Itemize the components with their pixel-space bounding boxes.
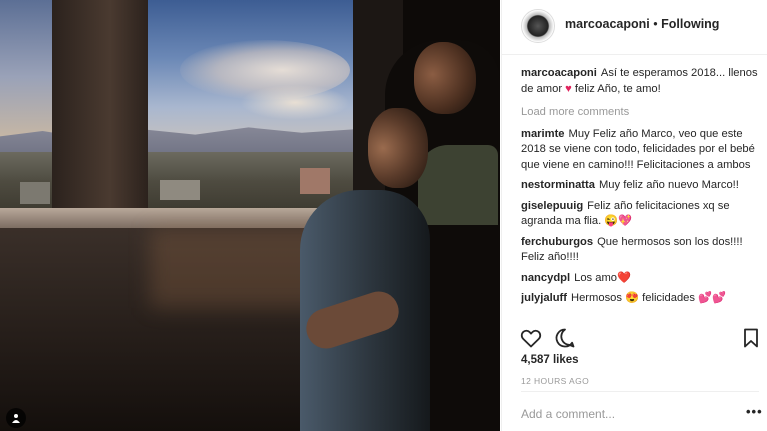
username-link[interactable]: marcoacaponi: [565, 17, 650, 31]
likes-count[interactable]: 4,587 likes: [521, 354, 579, 366]
follow-button[interactable]: Following: [661, 17, 719, 31]
comment-username[interactable]: ferchuburgos: [521, 236, 593, 248]
comment-username[interactable]: julyjaluff: [521, 292, 567, 304]
list-item: nestorminatta Muy feliz año nuevo Marco!!: [521, 178, 759, 194]
window-sky-left: [0, 0, 55, 140]
heart-outline-icon[interactable]: [519, 326, 543, 350]
avatar[interactable]: [521, 9, 555, 43]
divider: [521, 391, 759, 392]
comment-text: Los amo❤️: [574, 271, 631, 284]
woman-head: [368, 108, 428, 188]
list-item: julyjaluff Hermosos 😍 felicidades 💕💕: [521, 291, 759, 307]
building: [160, 180, 200, 200]
load-more-comments-button[interactable]: Load more comments: [521, 105, 759, 121]
comments-list[interactable]: marcoacaponi Así te esperamos 2018... lle…: [521, 66, 759, 318]
building: [20, 182, 50, 204]
speech-bubble-icon[interactable]: [553, 326, 577, 350]
post-sidebar: marcoacaponi • Following marcoacaponi Así…: [501, 0, 767, 431]
comment-username[interactable]: nancydpl: [521, 272, 570, 284]
user-tag-icon[interactable]: [6, 408, 26, 428]
separator: •: [653, 17, 658, 31]
caption-text-end: feliz Año, te amo!: [571, 82, 661, 95]
list-item: marimte Muy Feliz año Marco, veo que este…: [521, 127, 759, 174]
list-item: nancydpl Los amo❤️: [521, 271, 759, 287]
comment-username[interactable]: marimte: [521, 128, 565, 140]
caption-username[interactable]: marcoacaponi: [521, 67, 597, 79]
man-shirt: [418, 145, 498, 225]
comment-text: Muy feliz año nuevo Marco!!: [598, 179, 739, 191]
post-header: marcoacaponi • Following: [502, 0, 767, 55]
post-actions: [502, 322, 767, 352]
add-comment-input[interactable]: [521, 404, 721, 424]
list-item: ferchuburgos Que hermosos son los dos!!!!…: [521, 235, 759, 266]
heart-emoji-icon: ♥: [565, 82, 572, 95]
bookmark-icon[interactable]: [739, 326, 763, 350]
more-options-button[interactable]: •••: [746, 404, 763, 419]
window-sill: [0, 208, 355, 228]
timestamp[interactable]: 12 HOURS AGO: [521, 376, 589, 386]
comment-username[interactable]: nestorminatta: [521, 179, 595, 191]
post-photo[interactable]: [0, 0, 500, 431]
list-item: giselepuuig Feliz año felicitaciones xq s…: [521, 199, 759, 230]
cloud: [240, 85, 350, 120]
man-head: [414, 42, 476, 114]
comment-text: Hermosos 😍 felicidades 💕💕: [571, 292, 726, 304]
comment-username[interactable]: giselepuuig: [521, 200, 583, 212]
header-text: marcoacaponi • Following: [565, 17, 719, 31]
caption: marcoacaponi Así te esperamos 2018... lle…: [521, 66, 759, 97]
instagram-post: marcoacaponi • Following marcoacaponi Así…: [0, 0, 767, 431]
building: [300, 168, 330, 194]
